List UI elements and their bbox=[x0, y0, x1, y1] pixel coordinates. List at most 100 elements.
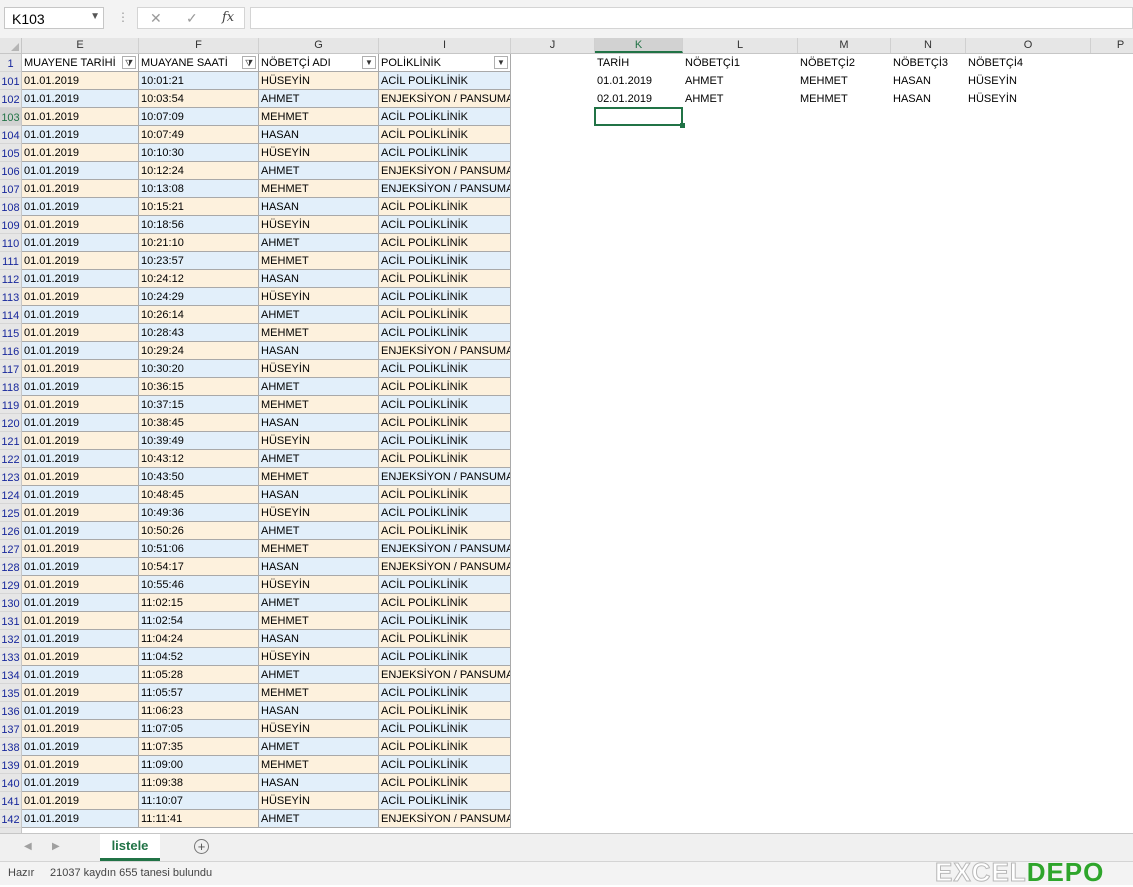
row-header[interactable]: 101 bbox=[0, 72, 21, 90]
duty-name-cell[interactable]: HÜSEYİN bbox=[259, 792, 379, 810]
enter-icon[interactable]: ✓ bbox=[186, 10, 198, 27]
duty-cell[interactable]: HÜSEYİN bbox=[966, 72, 1091, 90]
row-header[interactable]: 130 bbox=[0, 594, 21, 612]
duty-name-cell[interactable]: HÜSEYİN bbox=[259, 72, 379, 90]
clinic-cell[interactable]: ACİL POLİKLİNİK bbox=[379, 414, 511, 432]
exam-time-cell[interactable]: 10:30:20 bbox=[139, 360, 259, 378]
column-header-j[interactable]: J bbox=[511, 38, 595, 53]
duty-name-cell[interactable]: HASAN bbox=[259, 414, 379, 432]
row-header[interactable]: 129 bbox=[0, 576, 21, 594]
cell-area[interactable]: MUAYENE TARİHİ ⧩ MUAYANE SAATİ ⧩ NÖBETÇİ ADI… bbox=[22, 54, 1133, 833]
row-header[interactable]: 139 bbox=[0, 756, 21, 774]
exam-date-cell[interactable]: 01.01.2019 bbox=[22, 738, 139, 756]
exam-time-cell[interactable]: 11:09:38 bbox=[139, 774, 259, 792]
clinic-cell[interactable]: ACİL POLİKLİNİK bbox=[379, 450, 511, 468]
duty-name-cell[interactable]: AHMET bbox=[259, 450, 379, 468]
name-box[interactable]: K103 ▼ bbox=[4, 7, 104, 29]
duty-name-cell[interactable]: AHMET bbox=[259, 738, 379, 756]
row-header[interactable]: 127 bbox=[0, 540, 21, 558]
exam-date-cell[interactable]: 01.01.2019 bbox=[22, 522, 139, 540]
exam-time-cell[interactable]: 11:06:23 bbox=[139, 702, 259, 720]
clinic-cell[interactable]: ENJEKSİYON / PANSUMAN bbox=[379, 342, 511, 360]
exam-date-cell[interactable]: 01.01.2019 bbox=[22, 378, 139, 396]
duty-name-cell[interactable]: HASAN bbox=[259, 702, 379, 720]
duty-name-cell[interactable]: HÜSEYİN bbox=[259, 576, 379, 594]
row-header[interactable]: 125 bbox=[0, 504, 21, 522]
duty-name-cell[interactable]: MEHMET bbox=[259, 252, 379, 270]
column-header-m[interactable]: M bbox=[798, 38, 891, 53]
column-header-g[interactable]: G bbox=[259, 38, 379, 53]
clinic-cell[interactable]: ACİL POLİKLİNİK bbox=[379, 576, 511, 594]
exam-date-cell[interactable]: 01.01.2019 bbox=[22, 594, 139, 612]
duty-name-cell[interactable]: HASAN bbox=[259, 126, 379, 144]
selected-cell[interactable] bbox=[594, 107, 683, 126]
row-header[interactable]: 121 bbox=[0, 432, 21, 450]
exam-time-cell[interactable]: 10:07:09 bbox=[139, 108, 259, 126]
duty-name-cell[interactable]: AHMET bbox=[259, 306, 379, 324]
duty-name-cell[interactable]: HÜSEYİN bbox=[259, 504, 379, 522]
clinic-cell[interactable]: ACİL POLİKLİNİK bbox=[379, 378, 511, 396]
clinic-cell[interactable]: ENJEKSİYON / PANSUMAN bbox=[379, 558, 511, 576]
row-header[interactable]: 138 bbox=[0, 738, 21, 756]
exam-time-cell[interactable]: 10:21:10 bbox=[139, 234, 259, 252]
duty-name-cell[interactable]: MEHMET bbox=[259, 756, 379, 774]
duty-name-cell[interactable]: HÜSEYİN bbox=[259, 144, 379, 162]
row-header[interactable]: 131 bbox=[0, 612, 21, 630]
prev-sheet-icon[interactable]: ◀ bbox=[24, 841, 32, 852]
exam-time-cell[interactable]: 11:09:00 bbox=[139, 756, 259, 774]
clinic-cell[interactable]: ACİL POLİKLİNİK bbox=[379, 522, 511, 540]
clinic-cell[interactable]: ACİL POLİKLİNİK bbox=[379, 396, 511, 414]
row-header[interactable]: 109 bbox=[0, 216, 21, 234]
row-header[interactable]: 137 bbox=[0, 720, 21, 738]
exam-date-cell[interactable]: 01.01.2019 bbox=[22, 144, 139, 162]
exam-time-cell[interactable]: 10:18:56 bbox=[139, 216, 259, 234]
clinic-cell[interactable]: ACİL POLİKLİNİK bbox=[379, 72, 511, 90]
exam-time-cell[interactable]: 11:07:35 bbox=[139, 738, 259, 756]
exam-date-cell[interactable]: 01.01.2019 bbox=[22, 180, 139, 198]
exam-date-cell[interactable]: 01.01.2019 bbox=[22, 234, 139, 252]
exam-time-cell[interactable]: 10:54:17 bbox=[139, 558, 259, 576]
column-header-f[interactable]: F bbox=[139, 38, 259, 53]
row-header[interactable]: 114 bbox=[0, 306, 21, 324]
duty-name-cell[interactable]: HASAN bbox=[259, 630, 379, 648]
exam-date-cell[interactable]: 01.01.2019 bbox=[22, 252, 139, 270]
table-header-cell[interactable]: MUAYANE SAATİ bbox=[139, 54, 259, 72]
exam-time-cell[interactable]: 10:23:57 bbox=[139, 252, 259, 270]
exam-date-cell[interactable]: 01.01.2019 bbox=[22, 450, 139, 468]
row-header[interactable]: 116 bbox=[0, 342, 21, 360]
duty-cell[interactable]: HÜSEYİN bbox=[966, 90, 1091, 108]
exam-date-cell[interactable]: 01.01.2019 bbox=[22, 774, 139, 792]
exam-time-cell[interactable]: 10:03:54 bbox=[139, 90, 259, 108]
duty-name-cell[interactable]: HASAN bbox=[259, 198, 379, 216]
exam-date-cell[interactable]: 01.01.2019 bbox=[22, 684, 139, 702]
row-header[interactable]: 141 bbox=[0, 792, 21, 810]
duty-name-cell[interactable]: HÜSEYİN bbox=[259, 648, 379, 666]
exam-time-cell[interactable]: 10:38:45 bbox=[139, 414, 259, 432]
chevron-down-icon[interactable]: ▼ bbox=[90, 11, 100, 22]
exam-date-cell[interactable]: 01.01.2019 bbox=[22, 540, 139, 558]
table-header-cell[interactable]: NÖBETÇİ ADI bbox=[259, 54, 379, 72]
exam-date-cell[interactable]: 01.01.2019 bbox=[22, 612, 139, 630]
duty-name-cell[interactable]: MEHMET bbox=[259, 324, 379, 342]
row-header[interactable]: 119 bbox=[0, 396, 21, 414]
exam-date-cell[interactable]: 01.01.2019 bbox=[22, 414, 139, 432]
exam-date-cell[interactable]: 01.01.2019 bbox=[22, 126, 139, 144]
duty-name-cell[interactable]: HASAN bbox=[259, 558, 379, 576]
duty-header-cell[interactable]: NÖBETÇİ2 bbox=[798, 54, 891, 72]
duty-name-cell[interactable]: MEHMET bbox=[259, 540, 379, 558]
clinic-cell[interactable]: ACİL POLİKLİNİK bbox=[379, 126, 511, 144]
cancel-icon[interactable]: ✕ bbox=[150, 10, 162, 27]
clinic-cell[interactable]: ACİL POLİKLİNİK bbox=[379, 306, 511, 324]
sheet-tab-listele[interactable]: listele bbox=[100, 834, 160, 861]
column-header-e[interactable]: E bbox=[22, 38, 139, 53]
clinic-cell[interactable]: ACİL POLİKLİNİK bbox=[379, 504, 511, 522]
exam-date-cell[interactable]: 01.01.2019 bbox=[22, 162, 139, 180]
duty-name-cell[interactable]: MEHMET bbox=[259, 108, 379, 126]
exam-date-cell[interactable]: 01.01.2019 bbox=[22, 270, 139, 288]
clinic-cell[interactable]: ENJEKSİYON / PANSUMAN bbox=[379, 162, 511, 180]
duty-header-cell[interactable]: NÖBETÇİ1 bbox=[683, 54, 798, 72]
clinic-cell[interactable]: ACİL POLİKLİNİK bbox=[379, 792, 511, 810]
duty-cell[interactable]: MEHMET bbox=[798, 72, 891, 90]
exam-time-cell[interactable]: 11:10:07 bbox=[139, 792, 259, 810]
clinic-cell[interactable]: ACİL POLİKLİNİK bbox=[379, 756, 511, 774]
